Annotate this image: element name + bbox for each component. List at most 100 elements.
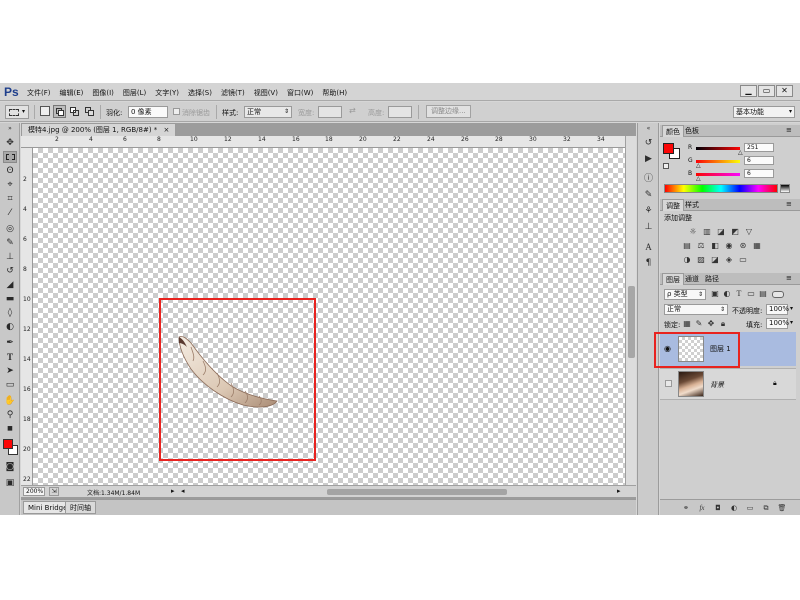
width-input[interactable] — [318, 106, 342, 118]
filter-pixel-icon[interactable]: ▣ — [710, 289, 720, 299]
style-select[interactable]: 正常 ⇕ — [244, 106, 292, 118]
eye-visibility-icon[interactable] — [665, 380, 672, 387]
tab-timeline[interactable]: 时间轴 — [65, 501, 96, 514]
add-mask-icon[interactable]: ◘ — [712, 503, 724, 513]
brush-presets-icon[interactable]: ✎ — [642, 189, 655, 201]
history-brush-tool-icon[interactable]: ↺ — [3, 265, 17, 277]
lock-all-icon[interactable]: 🔒︎ — [718, 319, 728, 329]
black-white-icon[interactable]: ◧ — [710, 241, 720, 251]
menu-type[interactable]: 文字(Y) — [155, 88, 179, 98]
hue-saturation-icon[interactable]: ▤ — [682, 241, 692, 251]
scroll-left-icon[interactable]: ◂ — [181, 487, 185, 495]
clone-stamp-tool-icon[interactable]: ⊥ — [3, 251, 17, 263]
feather-input[interactable]: 0 像素 — [128, 106, 168, 118]
clone-source-icon[interactable]: ⊥ — [642, 221, 655, 233]
selective-color-icon[interactable]: ◈ — [724, 255, 734, 265]
document-canvas[interactable] — [33, 148, 625, 485]
refine-edge-button[interactable]: 调整边缘... — [426, 105, 471, 118]
workspace-select[interactable]: 基本功能 ▾ — [733, 106, 795, 118]
lasso-tool-icon[interactable]: ʘ — [3, 165, 17, 177]
new-group-icon[interactable]: ▭ — [744, 503, 756, 513]
menu-filter[interactable]: 滤镜(T) — [221, 88, 245, 98]
export-icon[interactable]: ⇲ — [49, 487, 59, 496]
red-value[interactable]: 251 — [744, 143, 774, 152]
green-value[interactable]: 6 — [744, 156, 774, 165]
gradient-tool-icon[interactable]: ▬ — [3, 293, 17, 305]
path-select-tool-icon[interactable]: ➤ — [3, 365, 17, 377]
layer-style-icon[interactable]: fx — [696, 503, 708, 513]
status-menu-icon[interactable]: ▸ — [171, 487, 175, 495]
exposure-icon[interactable]: ◩ — [730, 227, 740, 237]
new-selection-icon[interactable] — [40, 106, 50, 116]
new-layer-icon[interactable]: ⧉ — [760, 503, 772, 513]
chevron-down-icon[interactable]: ▾ — [790, 305, 793, 312]
tool-preset-picker[interactable]: ▾ — [5, 105, 29, 119]
default-colors-icon[interactable]: ■ — [3, 423, 17, 435]
lock-transparency-icon[interactable]: ▦ — [682, 319, 692, 329]
shape-tool-icon[interactable]: ▭ — [3, 379, 17, 391]
quick-mask-icon[interactable]: ◙ — [3, 461, 17, 473]
info-panel-icon[interactable]: ⓘ — [642, 173, 655, 185]
paragraph-panel-icon[interactable]: ¶ — [642, 257, 655, 269]
threshold-icon[interactable]: ◪ — [710, 255, 720, 265]
delete-layer-icon[interactable]: 🗑︎ — [776, 503, 788, 513]
close-icon[interactable]: × — [164, 126, 170, 134]
menu-window[interactable]: 窗口(W) — [287, 88, 313, 98]
red-slider[interactable] — [696, 147, 740, 150]
color-spectrum[interactable] — [664, 184, 778, 193]
tab-color[interactable]: 颜色 — [662, 125, 684, 137]
history-panel-icon[interactable]: ↺ — [642, 137, 655, 149]
horizontal-scrollbar-thumb[interactable] — [327, 489, 507, 495]
eraser-tool-icon[interactable]: ◢ — [3, 279, 17, 291]
zoom-tool-icon[interactable]: ⚲ — [3, 409, 17, 421]
tab-channels[interactable]: 通道 — [682, 273, 702, 285]
filter-toggle[interactable] — [772, 291, 784, 298]
blue-slider[interactable] — [696, 173, 740, 176]
screen-mode-icon[interactable]: ▣ — [3, 477, 17, 489]
color-balance-icon[interactable]: ⚖ — [696, 241, 706, 251]
brush-panel-icon[interactable]: ⚘ — [642, 205, 655, 217]
menu-view[interactable]: 视图(V) — [254, 88, 278, 98]
healing-brush-tool-icon[interactable]: ◎ — [3, 223, 17, 235]
close-button[interactable]: ✕ — [776, 85, 793, 97]
vertical-scrollbar[interactable] — [625, 136, 636, 485]
opacity-input[interactable]: 100% — [766, 304, 789, 315]
panel-menu-icon[interactable]: ≡ — [786, 126, 792, 134]
eyedropper-tool-icon[interactable]: ⁄ — [3, 207, 17, 219]
slider-handle-icon[interactable]: △ — [696, 175, 701, 182]
quick-select-tool-icon[interactable]: ⌖ — [3, 179, 17, 191]
link-layers-icon[interactable]: ⚭ — [680, 503, 692, 513]
menu-help[interactable]: 帮助(H) — [322, 88, 347, 98]
panel-menu-icon[interactable]: ≡ — [786, 200, 792, 208]
filter-adjustment-icon[interactable]: ◐ — [722, 289, 732, 299]
subtract-selection-icon[interactable] — [69, 106, 81, 117]
add-selection-icon[interactable] — [53, 105, 66, 118]
chevron-down-icon[interactable]: ▾ — [790, 319, 793, 326]
tab-styles[interactable]: 样式 — [682, 199, 702, 211]
layer-name[interactable]: 背景 — [710, 380, 724, 390]
blue-value[interactable]: 6 — [744, 169, 774, 178]
filter-shape-icon[interactable]: ▭ — [746, 289, 756, 299]
intersect-selection-icon[interactable] — [84, 106, 96, 117]
type-tool-icon[interactable]: T — [3, 351, 17, 363]
brush-tool-icon[interactable]: ✎ — [3, 237, 17, 249]
gamut-warning-icon[interactable] — [663, 163, 669, 169]
brightness-contrast-icon[interactable]: ☼ — [688, 227, 698, 237]
scroll-right-icon[interactable]: ▸ — [617, 487, 621, 495]
new-adjustment-icon[interactable]: ◐ — [728, 503, 740, 513]
layer-row-background[interactable]: 背景 🔒︎ — [660, 368, 796, 400]
layer-filter-select[interactable]: ρ 类型 ⇕ — [664, 289, 706, 300]
slider-handle-icon[interactable]: △ — [696, 162, 701, 169]
minimize-button[interactable]: ▁ — [740, 85, 757, 97]
tab-paths[interactable]: 路径 — [702, 273, 722, 285]
scrollbar-thumb[interactable] — [628, 286, 635, 358]
dodge-tool-icon[interactable]: ◐ — [3, 321, 17, 333]
filter-type-icon[interactable]: T — [734, 289, 744, 299]
actions-panel-icon[interactable]: ▶ — [642, 153, 655, 165]
filter-smart-object-icon[interactable]: ▤ — [758, 289, 768, 299]
move-tool-icon[interactable]: ✥ — [3, 137, 17, 149]
curves-icon[interactable]: ◪ — [716, 227, 726, 237]
character-panel-icon[interactable]: A — [642, 241, 655, 253]
grayscale-ramp[interactable] — [780, 184, 790, 193]
blur-tool-icon[interactable]: ◊ — [3, 307, 17, 319]
